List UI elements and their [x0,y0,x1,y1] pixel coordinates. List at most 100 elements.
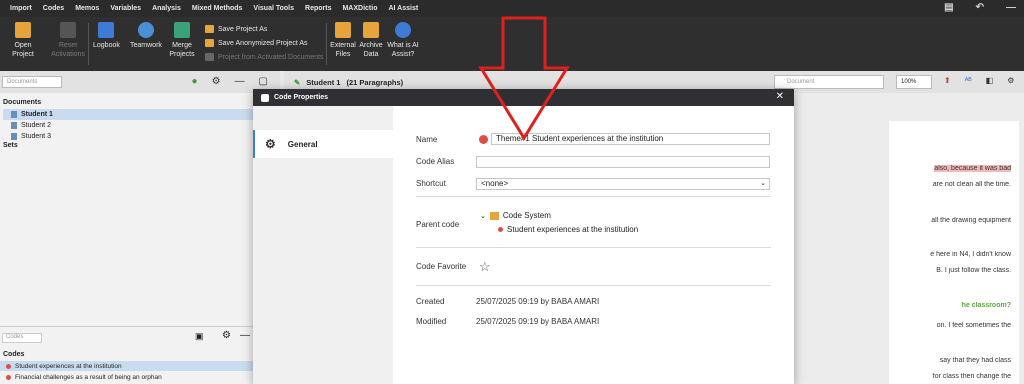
add-icon[interactable]: ● [192,76,198,87]
ai-assist-icon [395,22,411,38]
logbook-icon [98,22,115,38]
text-line: on. I feel sometimes the [936,322,1011,329]
reset-activations-button[interactable]: Reset Activations [50,22,86,59]
code-color-icon [6,363,11,369]
menu-analysis[interactable]: Analysis [152,5,181,12]
documents-header[interactable]: Documents [3,99,280,109]
dialog-nav: ⚙ General [253,106,393,384]
merge-icon [174,22,190,38]
created-label: Created [416,297,445,306]
folder-icon [15,22,31,38]
text-line: for class then change the [932,373,1011,380]
settings-icon[interactable]: ⚙ [1007,76,1014,85]
export-icon[interactable]: ⬆ [944,76,951,85]
text-line: e here in N4, I didn't know [930,251,1011,258]
modified-value: 25/07/2025 09:19 by BABA AMARI [476,317,600,326]
document-icon [11,133,17,140]
zoom-select[interactable]: 100% [896,75,932,89]
archive-icon [363,22,379,38]
menu-bar: Import Codes Memos Variables Analysis Mi… [0,0,1024,17]
spellcheck-icon[interactable]: ᴬᴮ [965,76,972,85]
anonymize-icon [205,39,214,47]
menu-memos[interactable]: Memos [75,5,99,12]
coded-segment[interactable]: also, because it was bad [934,165,1011,172]
document-search-input[interactable]: Documents [2,76,62,88]
red-arrow-annotation [478,16,570,141]
codes-header[interactable]: Codes [3,351,24,358]
code-item[interactable]: Financial challenges as a result of bein… [0,372,280,382]
menu-reports[interactable]: Reports [305,5,331,12]
paragraph-count: (21 Paragraphs) [346,77,404,87]
menu-variables[interactable]: Variables [110,5,141,12]
archive-data-button[interactable]: Archive Data [358,22,384,59]
reset-icon [60,22,76,38]
nav-general[interactable]: ⚙ General [253,130,393,158]
code-color-icon [6,374,11,380]
layout-icon[interactable]: ◧ [986,76,994,85]
code-search-input[interactable]: Codes [2,333,42,343]
logbook-button[interactable]: Logbook [93,22,120,50]
edit-icon[interactable]: ✎ [294,78,300,87]
document-search-input[interactable]: Document [774,75,884,89]
menu-maxdictio[interactable]: MAXDictio [342,5,377,12]
name-label: Name [416,135,438,144]
save-project-as-button[interactable]: Save Project As [205,25,267,33]
dialog-body: Name Theme#1 Student experiences at the … [393,106,794,384]
project-from-docs-button[interactable]: Project from Activated Documents [205,53,323,61]
menu-ai-assist[interactable]: AI Assist [388,5,418,12]
modified-label: Modified [416,317,447,326]
collapse-icon[interactable]: — [235,76,245,87]
star-icon[interactable]: ☆ [479,259,491,275]
question-line: he classroom? [961,302,1011,309]
gear-icon[interactable]: ⚙ [222,330,231,341]
app-icon [261,93,269,102]
parent-code-child[interactable]: Student experiences at the institution [498,225,638,234]
what-is-ai-button[interactable]: What is AI Assist? [386,22,420,59]
code-system-pane: Codes ▣ ⚙ — ▢ Codes Student experiences … [0,326,280,384]
code-alias-label: Code Alias [416,157,455,166]
parent-code-label: Parent code [416,220,460,229]
open-project-button[interactable]: Open Project [8,22,38,59]
menu-codes[interactable]: Codes [43,5,64,12]
merge-projects-button[interactable]: Merge Projects [168,22,196,59]
menu-import[interactable]: Import [10,5,32,12]
external-files-button[interactable]: External Files [330,22,356,59]
document-icon[interactable]: ▤ [944,2,953,13]
sets-header[interactable]: Sets [3,142,280,152]
text-line: B. I just follow the class. [936,267,1011,274]
code-favorite-label: Code Favorite [416,262,467,271]
created-value: 25/07/2025 09:19 by BABA AMARI [476,297,600,306]
menu-visual-tools[interactable]: Visual Tools [253,5,294,12]
document-item[interactable]: Student 2 [3,120,280,131]
chevron-down-icon: ⌄ [480,212,486,220]
code-item[interactable]: Student experiences at the institution [0,361,280,371]
document-text[interactable]: also, because it was bad are not clean a… [889,121,1019,384]
code-color-icon [498,227,503,232]
text-line: are not clean all the time. [932,181,1011,188]
document-title: Student 1 [306,77,341,87]
parent-code-root[interactable]: ⌄ Code System [480,211,551,220]
document-toolbar: Documents ● ⚙ — ▢ [0,71,280,93]
document-item[interactable]: Student 1 [3,109,280,120]
external-files-icon [335,22,351,38]
new-code-icon[interactable]: ▣ [195,331,204,342]
shortcut-select[interactable]: <none> ⌄ [476,178,770,190]
teamwork-button[interactable]: Teamwork [130,22,162,50]
undo-icon[interactable]: ↶ [976,2,984,13]
minimize-icon[interactable]: — [1006,2,1016,13]
save-anonymized-button[interactable]: Save Anonymized Project As [205,39,308,47]
document-icon [11,122,17,129]
close-icon[interactable]: ✕ [776,91,784,102]
save-icon [205,25,214,33]
people-icon [137,22,154,38]
code-alias-input[interactable] [476,156,770,168]
window-icon[interactable]: ▢ [259,76,268,87]
collapse-icon[interactable]: — [240,330,250,341]
gear-icon[interactable]: ⚙ [212,76,221,87]
document-icon [11,111,17,118]
document-item[interactable]: Student 3 [3,131,280,142]
chevron-down-icon: ⌄ [760,180,766,187]
text-line: say that they had class [939,357,1011,364]
shortcut-label: Shortcut [416,179,446,188]
menu-mixed-methods[interactable]: Mixed Methods [192,5,243,12]
